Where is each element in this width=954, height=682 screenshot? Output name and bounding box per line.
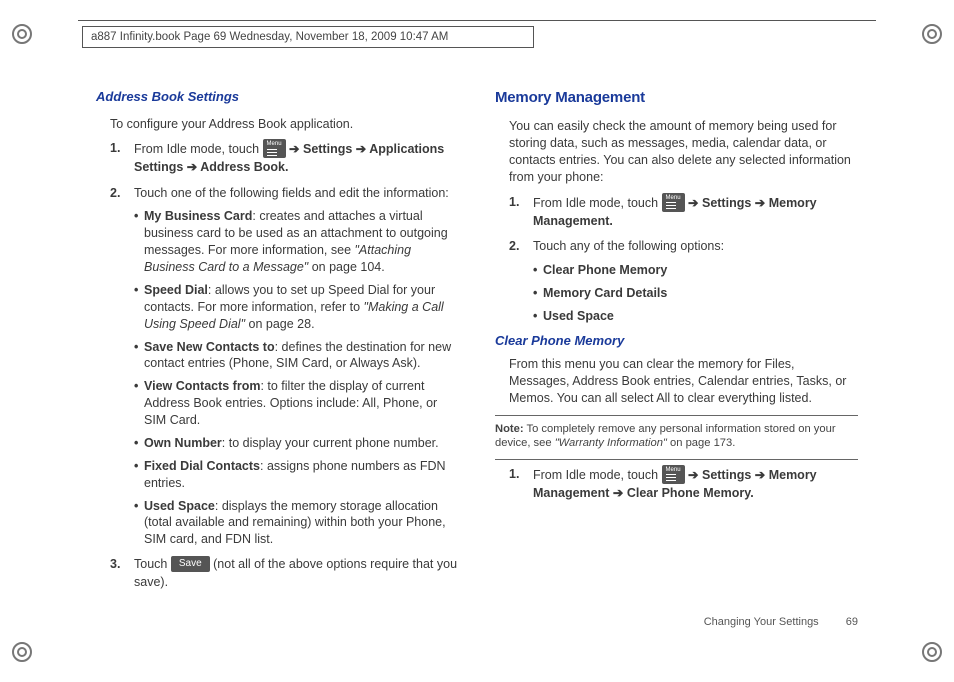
col-right: Memory Management You can easily check t… xyxy=(495,88,858,612)
footer-page-number: 69 xyxy=(846,616,858,628)
intro-text: To configure your Address Book applicati… xyxy=(110,116,459,133)
step-text: From Idle mode, touch xyxy=(134,142,263,156)
list-item: Used Space: displays the memory storage … xyxy=(134,498,459,549)
menu-icon: Menu xyxy=(662,465,685,484)
footer-section: Changing Your Settings xyxy=(704,616,819,628)
binding-ring-icon xyxy=(920,22,944,46)
step-2: Touch any of the following options: Clea… xyxy=(509,238,858,324)
list-item: Own Number: to display your current phon… xyxy=(134,435,459,452)
heading-memory-management: Memory Management xyxy=(495,88,858,108)
list-item: Clear Phone Memory xyxy=(533,262,858,279)
steps-right-a: From Idle mode, touch Menu ➔ Settings ➔ … xyxy=(509,194,858,325)
step-text: Touch any of the following options: xyxy=(533,239,724,253)
step-2: Touch one of the following fields and ed… xyxy=(110,185,459,548)
subheading-clear-phone-memory: Clear Phone Memory xyxy=(495,332,858,350)
list-item: Used Space xyxy=(533,308,858,325)
steps-left: From Idle mode, touch Menu ➔ Settings ➔ … xyxy=(110,140,459,591)
bullet-list-right: Clear Phone Memory Memory Card Details U… xyxy=(533,262,858,325)
page-footer: Changing Your Settings 69 xyxy=(704,616,858,628)
note: Note: To completely remove any personal … xyxy=(495,422,858,451)
divider xyxy=(495,459,858,460)
divider xyxy=(495,415,858,416)
step-3: Touch Save (not all of the above options… xyxy=(110,556,459,591)
binding-ring-icon xyxy=(10,640,34,664)
step-text: From Idle mode, touch xyxy=(533,196,662,210)
note-tail: on page 173. xyxy=(667,437,735,449)
list-item: Save New Contacts to: defines the destin… xyxy=(134,339,459,373)
list-item: View Contacts from: to filter the displa… xyxy=(134,378,459,429)
note-link: "Warranty Information" xyxy=(555,437,667,449)
steps-right-b: From Idle mode, touch Menu ➔ Settings ➔ … xyxy=(509,466,858,503)
intro-text: You can easily check the amount of memor… xyxy=(509,118,858,186)
binding-ring-icon xyxy=(10,22,34,46)
step-text: From Idle mode, touch xyxy=(533,467,662,481)
step-1: From Idle mode, touch Menu ➔ Settings ➔ … xyxy=(509,194,858,231)
note-label: Note: xyxy=(495,423,524,435)
save-icon: Save xyxy=(171,556,210,572)
step-1: From Idle mode, touch Menu ➔ Settings ➔ … xyxy=(509,466,858,503)
list-item: Memory Card Details xyxy=(533,285,858,302)
step-text: Touch xyxy=(134,557,171,571)
binding-ring-icon xyxy=(920,640,944,664)
list-item: Speed Dial: allows you to set up Speed D… xyxy=(134,282,459,333)
sub-body: From this menu you can clear the memory … xyxy=(509,356,858,407)
step-text: Touch one of the following fields and ed… xyxy=(134,186,449,200)
menu-icon: Menu xyxy=(263,139,286,158)
bullet-list-left: My Business Card: creates and attaches a… xyxy=(134,208,459,548)
heading-address-book-settings: Address Book Settings xyxy=(96,88,459,106)
list-item: My Business Card: creates and attaches a… xyxy=(134,208,459,276)
page-content: Address Book Settings To configure your … xyxy=(96,88,858,612)
list-item: Fixed Dial Contacts: assigns phone numbe… xyxy=(134,458,459,492)
crop-mark-top xyxy=(78,20,876,21)
menu-icon: Menu xyxy=(662,193,685,212)
step-1: From Idle mode, touch Menu ➔ Settings ➔ … xyxy=(110,140,459,177)
col-left: Address Book Settings To configure your … xyxy=(96,88,459,612)
spiral-binding-bottom xyxy=(0,640,954,664)
page-header-meta: a887 Infinity.book Page 69 Wednesday, No… xyxy=(82,26,534,48)
